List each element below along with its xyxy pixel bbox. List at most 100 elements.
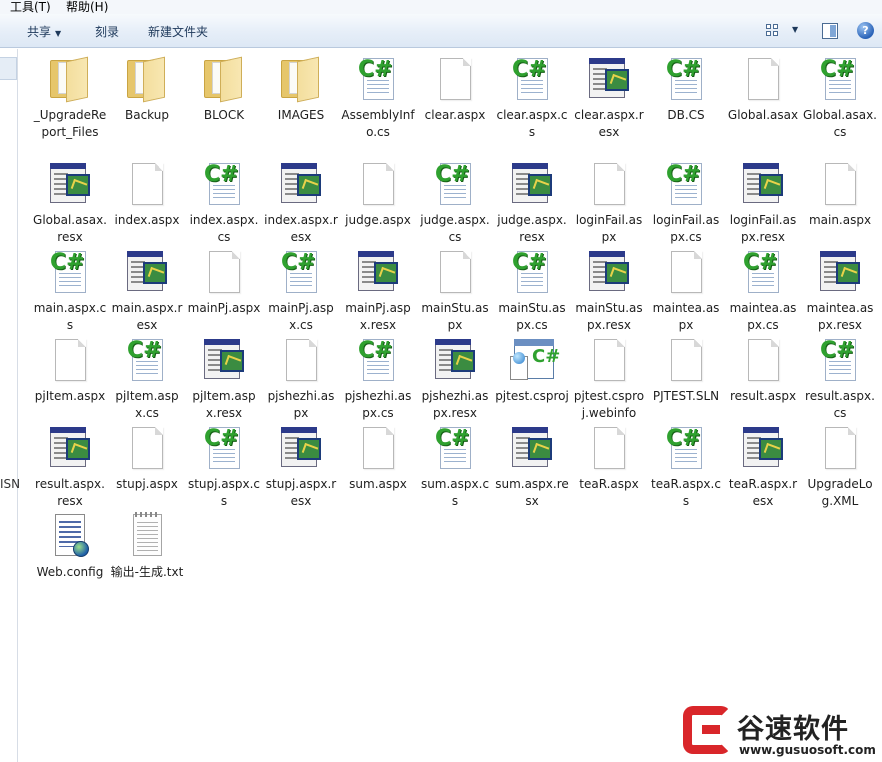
file-item[interactable]: _UpgradeReport_Files [33,55,107,141]
file-item[interactable]: index.aspx.resx [264,160,338,246]
file-item[interactable]: judge.aspx.resx [495,160,569,246]
nav-item-label[interactable]: ISN [0,477,20,491]
file-item[interactable]: pjItem.aspx.resx [187,336,261,422]
csharp-file-icon: C# [354,55,402,103]
file-item[interactable]: mainStu.aspx [418,248,492,334]
menu-help[interactable]: 帮助(H) [66,0,108,15]
file-item[interactable]: stupj.aspx.resx [264,424,338,510]
nav-selected-item[interactable] [0,57,17,80]
file-name: pjshezhi.aspx.cs [344,389,412,420]
file-item[interactable]: sum.aspx.resx [495,424,569,510]
file-item[interactable]: Backup [110,55,184,124]
resx-file-icon [585,55,633,103]
watermark-url: www.gusuosoft.com [739,743,876,757]
file-item[interactable]: Global.asax [726,55,800,124]
file-item[interactable]: teaR.aspx [572,424,646,493]
file-item[interactable]: mainPj.aspx [187,248,261,317]
file-name: pjtest.csproj [495,389,569,403]
file-item[interactable]: 输出-生成.txt [110,512,184,581]
file-name: loginFail.aspx [575,213,643,244]
file-item[interactable]: mainPj.aspx.resx [341,248,415,334]
file-name: clear.aspx [424,108,486,122]
blank-document-icon [739,336,787,384]
file-name: pjItem.aspx [34,389,106,403]
file-item[interactable]: C# teaR.aspx.cs [649,424,723,510]
menu-tools[interactable]: 工具(T) [10,0,51,15]
file-item[interactable]: C# maintea.aspx.cs [726,248,800,334]
csharp-file-icon: C# [431,424,479,472]
file-item[interactable]: mainStu.aspx.resx [572,248,646,334]
file-item[interactable]: C# pjItem.aspx.cs [110,336,184,422]
folder-icon [200,55,248,103]
file-item[interactable]: C# pjshezhi.aspx.cs [341,336,415,422]
file-name: judge.aspx.resx [497,213,567,244]
file-item[interactable]: result.aspx [726,336,800,405]
blank-document-icon [354,160,402,208]
text-file-icon [123,512,171,560]
blank-document-icon [277,336,325,384]
share-button[interactable]: 共享 ▼ [27,23,61,40]
file-item[interactable]: maintea.aspx [649,248,723,334]
file-item[interactable]: C# AssemblyInfo.cs [341,55,415,141]
file-name: Global.asax [727,108,799,122]
file-item[interactable]: C# mainPj.aspx.cs [264,248,338,334]
file-item[interactable]: C# mainStu.aspx.cs [495,248,569,334]
file-item[interactable]: clear.aspx.resx [572,55,646,141]
file-item[interactable]: C# Global.asax.cs [803,55,877,141]
file-item[interactable]: pjshezhi.aspx.resx [418,336,492,422]
file-item[interactable]: sum.aspx [341,424,415,493]
file-name: result.aspx.cs [805,389,875,420]
file-name: teaR.aspx [579,477,639,491]
file-item[interactable]: BLOCK [187,55,261,124]
file-item[interactable]: UpgradeLog.XML [803,424,877,510]
file-name: stupj.aspx.resx [265,477,337,508]
file-name: Global.asax.resx [33,213,107,244]
file-item[interactable]: PJTEST.SLN [649,336,723,405]
file-name: Backup [125,108,169,122]
file-item[interactable]: C# index.aspx.cs [187,160,261,246]
file-item[interactable]: stupj.aspx [110,424,184,493]
help-icon[interactable]: ? [857,22,874,39]
file-item[interactable]: pjshezhi.aspx [264,336,338,422]
blank-document-icon [585,160,633,208]
file-item[interactable]: teaR.aspx.resx [726,424,800,510]
file-item[interactable]: main.aspx.resx [110,248,184,334]
file-item[interactable]: IMAGES [264,55,338,124]
blank-document-icon [816,424,864,472]
new-folder-button[interactable]: 新建文件夹 [148,23,208,40]
file-name: mainStu.aspx.cs [498,301,566,332]
file-item[interactable]: C# pjtest.csproj [495,336,569,405]
file-item[interactable]: main.aspx [803,160,877,229]
file-item[interactable]: C# sum.aspx.cs [418,424,492,510]
file-item[interactable]: maintea.aspx.resx [803,248,877,334]
burn-button[interactable]: 刻录 [95,23,119,40]
blank-document-icon [739,55,787,103]
file-item[interactable]: index.aspx [110,160,184,229]
file-item[interactable]: C# result.aspx.cs [803,336,877,422]
file-item[interactable]: C# DB.CS [649,55,723,124]
file-item[interactable]: result.aspx.resx [33,424,107,510]
file-item[interactable]: C# loginFail.aspx.cs [649,160,723,246]
file-item[interactable]: pjtest.csproj.webinfo [572,336,646,422]
file-name: IMAGES [277,108,325,122]
file-item[interactable]: Global.asax.resx [33,160,107,246]
file-item[interactable]: Web.config [33,512,107,581]
file-item[interactable]: loginFail.aspx [572,160,646,246]
file-item[interactable]: C# clear.aspx.cs [495,55,569,141]
file-item[interactable]: C# main.aspx.cs [33,248,107,334]
file-item[interactable]: pjItem.aspx [33,336,107,405]
blank-document-icon [46,336,94,384]
preview-pane-button[interactable] [822,23,838,39]
chevron-down-icon[interactable]: ▼ [792,25,798,34]
file-item[interactable]: loginFail.aspx.resx [726,160,800,246]
navigation-pane[interactable]: ISN [0,49,20,762]
file-item[interactable]: clear.aspx [418,55,492,124]
blank-document-icon [123,160,171,208]
file-item[interactable]: C# stupj.aspx.cs [187,424,261,510]
file-item[interactable]: judge.aspx [341,160,415,229]
folder-icon [277,55,325,103]
file-name: pjItem.aspx.resx [192,389,256,420]
file-item[interactable]: C# judge.aspx.cs [418,160,492,246]
change-view-button[interactable]: ▼ [766,23,802,39]
file-name: sum.aspx.cs [420,477,490,508]
